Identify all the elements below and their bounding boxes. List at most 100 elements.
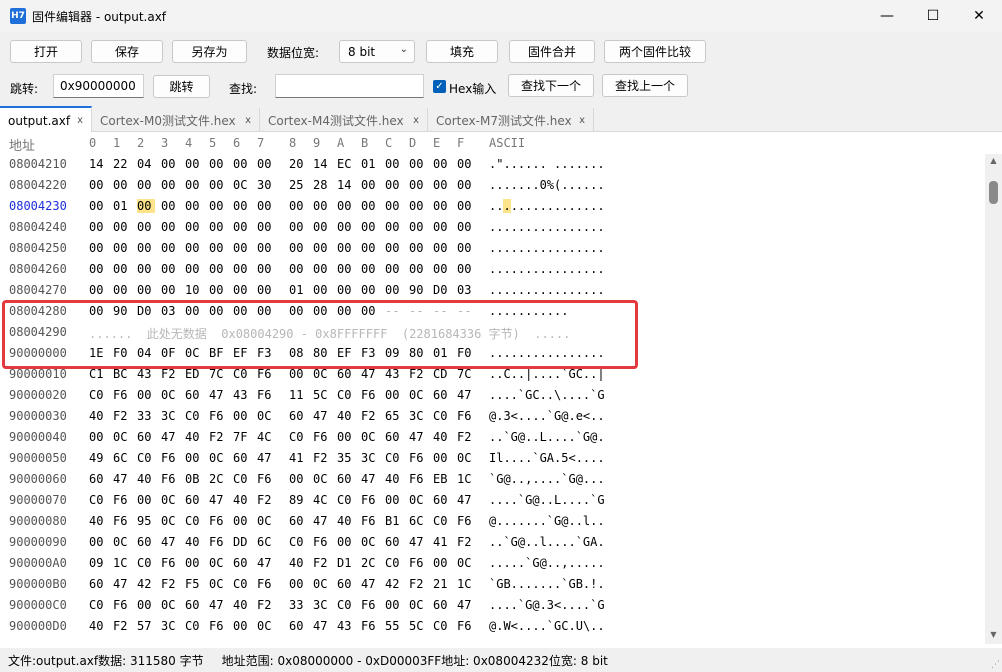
byte-cell[interactable]: 60 bbox=[137, 430, 155, 444]
byte-cell[interactable]: 00 bbox=[113, 283, 131, 297]
byte-cell[interactable]: 00 bbox=[137, 178, 155, 192]
hex-row[interactable]: 900000D0 40 F2 57 3C C0 F6 00 0C 60 47 43 F6 55 5C C0 F6… bbox=[0, 616, 985, 637]
byte-cell[interactable]: 00 bbox=[433, 178, 451, 192]
byte-cell[interactable]: 0C bbox=[313, 367, 331, 381]
byte-cell[interactable]: 47 bbox=[457, 388, 475, 402]
byte-cell[interactable]: 01 bbox=[361, 157, 379, 171]
byte-cell[interactable]: 60 bbox=[289, 514, 307, 528]
ascii-cell[interactable]: ....`G@.3<....`G bbox=[489, 598, 605, 612]
byte-cell[interactable]: 42 bbox=[137, 577, 155, 591]
byte-cell[interactable]: 00 bbox=[385, 262, 403, 276]
byte-cell[interactable]: CD bbox=[433, 367, 451, 381]
tab-cortex-m4[interactable]: Cortex-M4测试文件.hex x bbox=[260, 108, 428, 132]
byte-cell[interactable]: C0 bbox=[137, 451, 155, 465]
byte-cell[interactable]: C0 bbox=[233, 577, 251, 591]
byte-cell[interactable]: D1 bbox=[337, 556, 355, 570]
byte-cell[interactable]: 60 bbox=[289, 619, 307, 633]
ascii-cell[interactable]: .....`G@..,..... bbox=[489, 556, 605, 570]
byte-cell[interactable]: F5 bbox=[185, 577, 203, 591]
byte-cell[interactable]: C1 bbox=[89, 367, 107, 381]
byte-cell[interactable]: 00 bbox=[233, 283, 251, 297]
byte-cell[interactable]: 10 bbox=[185, 283, 203, 297]
byte-cell[interactable]: 7F bbox=[233, 430, 251, 444]
byte-cell[interactable]: F6 bbox=[361, 598, 379, 612]
byte-cell[interactable]: 00 bbox=[433, 262, 451, 276]
byte-cell[interactable]: 00 bbox=[409, 199, 427, 213]
byte-cell[interactable]: 01 bbox=[113, 199, 131, 213]
byte-cell[interactable]: 00 bbox=[457, 220, 475, 234]
byte-cell[interactable]: F6 bbox=[361, 619, 379, 633]
byte-cell[interactable]: 20 bbox=[289, 157, 307, 171]
byte-cell[interactable]: F6 bbox=[313, 430, 331, 444]
byte-cell[interactable]: 00 bbox=[209, 220, 227, 234]
byte-cell[interactable]: 95 bbox=[137, 514, 155, 528]
merge-firmware-button[interactable]: 固件合并 bbox=[509, 40, 595, 63]
byte-cell[interactable]: 0C bbox=[113, 430, 131, 444]
byte-cell[interactable]: 28 bbox=[313, 178, 331, 192]
tab-cortex-m0[interactable]: Cortex-M0测试文件.hex x bbox=[92, 108, 260, 132]
byte-cell[interactable]: F6 bbox=[457, 409, 475, 423]
byte-cell[interactable]: 11 bbox=[289, 388, 307, 402]
close-icon[interactable]: x bbox=[245, 115, 251, 126]
byte-cell[interactable]: 00 bbox=[185, 262, 203, 276]
ascii-cell[interactable]: ..`G@..L....`G@. bbox=[489, 430, 605, 444]
hex-row[interactable]: 08004210 14 22 04 00 00 00 00 00 20 14 EC 01 00 00 00 00… bbox=[0, 154, 985, 175]
byte-cell[interactable]: 47 bbox=[257, 556, 275, 570]
byte-cell[interactable]: 14 bbox=[313, 157, 331, 171]
byte-cell[interactable]: 40 bbox=[89, 409, 107, 423]
byte-cell[interactable]: 00 bbox=[289, 577, 307, 591]
byte-cell[interactable]: 0C bbox=[313, 577, 331, 591]
byte-cell[interactable]: 00 bbox=[161, 262, 179, 276]
ascii-cell[interactable]: ..`G@..l....`GA. bbox=[489, 535, 605, 549]
byte-cell[interactable]: EC bbox=[337, 157, 355, 171]
byte-cell[interactable]: F6 bbox=[209, 535, 227, 549]
save-button[interactable]: 保存 bbox=[91, 40, 163, 63]
byte-cell[interactable]: 00 bbox=[257, 199, 275, 213]
byte-cell[interactable]: 00 bbox=[457, 241, 475, 255]
byte-cell[interactable]: 2C bbox=[209, 472, 227, 486]
byte-cell[interactable]: C0 bbox=[185, 514, 203, 528]
byte-cell[interactable]: BC bbox=[113, 367, 131, 381]
byte-cell[interactable]: 0C bbox=[209, 451, 227, 465]
byte-cell[interactable]: 00 bbox=[233, 241, 251, 255]
byte-cell[interactable]: 0C bbox=[361, 535, 379, 549]
byte-cell[interactable]: 0C bbox=[409, 493, 427, 507]
byte-cell[interactable]: 4C bbox=[313, 493, 331, 507]
hex-row[interactable]: 90000090 00 0C 60 47 40 F6 DD 6C C0 F6 00 0C 60 47 41 F2… bbox=[0, 532, 985, 553]
vertical-scrollbar[interactable]: ▲ ▼ bbox=[985, 154, 1002, 644]
byte-cell[interactable]: F6 bbox=[457, 619, 475, 633]
byte-cell[interactable]: 00 bbox=[209, 241, 227, 255]
ascii-cell[interactable]: ................ bbox=[489, 220, 605, 234]
byte-cell[interactable]: 1C bbox=[457, 472, 475, 486]
ascii-cell[interactable]: `GB.......`GB.!. bbox=[489, 577, 605, 591]
byte-cell[interactable]: 00 bbox=[289, 367, 307, 381]
close-window-button[interactable]: ✕ bbox=[956, 0, 1002, 32]
byte-cell[interactable]: F2 bbox=[457, 535, 475, 549]
byte-cell[interactable]: F2 bbox=[161, 577, 179, 591]
byte-cell[interactable]: 00 bbox=[289, 241, 307, 255]
byte-cell[interactable]: F6 bbox=[313, 535, 331, 549]
close-icon[interactable]: x bbox=[77, 115, 83, 126]
byte-cell[interactable]: 00 bbox=[433, 199, 451, 213]
byte-cell[interactable]: 60 bbox=[185, 388, 203, 402]
byte-cell[interactable]: C0 bbox=[337, 598, 355, 612]
byte-cell[interactable]: F6 bbox=[409, 451, 427, 465]
ascii-cell[interactable]: ..C..|....`GC..| bbox=[489, 367, 605, 381]
byte-cell[interactable]: 00 bbox=[113, 262, 131, 276]
byte-cell[interactable]: 00 bbox=[385, 241, 403, 255]
byte-cell[interactable]: 00 bbox=[409, 220, 427, 234]
byte-cell[interactable]: C0 bbox=[337, 388, 355, 402]
byte-cell[interactable]: 60 bbox=[433, 493, 451, 507]
hex-row[interactable]: 90000030 40 F2 33 3C C0 F6 00 0C 60 47 40 F2 65 3C C0 F6… bbox=[0, 406, 985, 427]
byte-cell[interactable]: 00 bbox=[409, 157, 427, 171]
byte-cell[interactable]: 3C bbox=[409, 409, 427, 423]
byte-cell[interactable]: B1 bbox=[385, 514, 403, 528]
hex-row[interactable]: 900000B0 60 47 42 F2 F5 0C C0 F6 00 0C 60 47 42 F2 21 1C… bbox=[0, 574, 985, 595]
byte-cell[interactable]: 00 bbox=[257, 220, 275, 234]
byte-cell[interactable]: 00 bbox=[385, 199, 403, 213]
byte-cell[interactable]: 00 bbox=[137, 388, 155, 402]
byte-cell[interactable]: 0C bbox=[313, 472, 331, 486]
byte-cell[interactable]: 65 bbox=[385, 409, 403, 423]
ascii-cell[interactable]: @.W<....`GC.U\.. bbox=[489, 619, 605, 633]
byte-cell[interactable]: 00 bbox=[89, 220, 107, 234]
